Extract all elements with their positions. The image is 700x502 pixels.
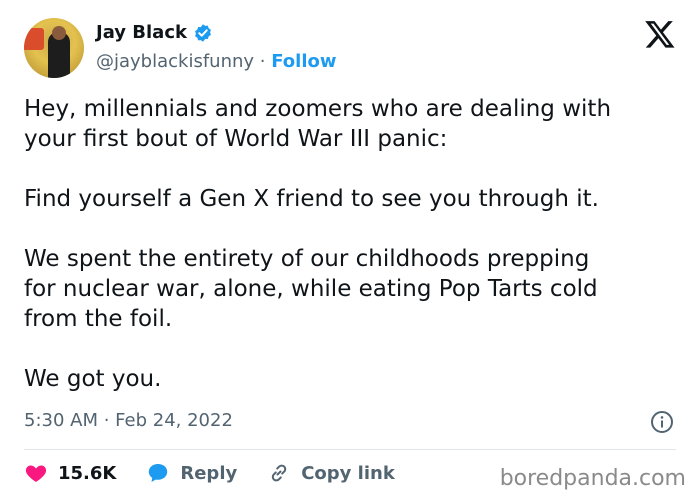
follow-button[interactable]: Follow: [271, 51, 336, 72]
tweet-text: Hey, millennials and zoomers who are dea…: [24, 96, 612, 392]
action-bar: 15.6K Reply Copy link: [24, 458, 425, 488]
avatar[interactable]: [24, 18, 84, 78]
author-handle-row: @jayblackisfunny · Follow: [96, 51, 337, 72]
speech-bubble-icon: [149, 464, 168, 482]
watermark: boredpanda.com: [499, 466, 686, 491]
reply-label: Reply: [180, 462, 238, 484]
verified-badge-icon: [195, 23, 211, 42]
divider: [24, 449, 676, 450]
like-button[interactable]: 15.6K: [24, 461, 116, 485]
x-logo-icon[interactable]: [644, 18, 676, 50]
link-icon: [272, 464, 287, 482]
info-icon[interactable]: [650, 410, 674, 434]
heart-icon: [25, 465, 47, 482]
author-handle[interactable]: @jayblackisfunny: [96, 51, 254, 72]
copy-link-button[interactable]: Copy link: [267, 461, 395, 485]
copy-link-label: Copy link: [301, 462, 395, 484]
tweet-timestamp[interactable]: 5:30 AM · Feb 24, 2022: [24, 410, 233, 431]
author-name[interactable]: Jay Black: [96, 22, 187, 43]
author-name-row: Jay Black: [96, 22, 213, 43]
handle-separator: ·: [254, 51, 272, 72]
avatar-head: [52, 26, 66, 40]
reply-button[interactable]: Reply: [146, 461, 237, 485]
like-count: 15.6K: [58, 462, 117, 484]
avatar-sign: [24, 28, 44, 50]
